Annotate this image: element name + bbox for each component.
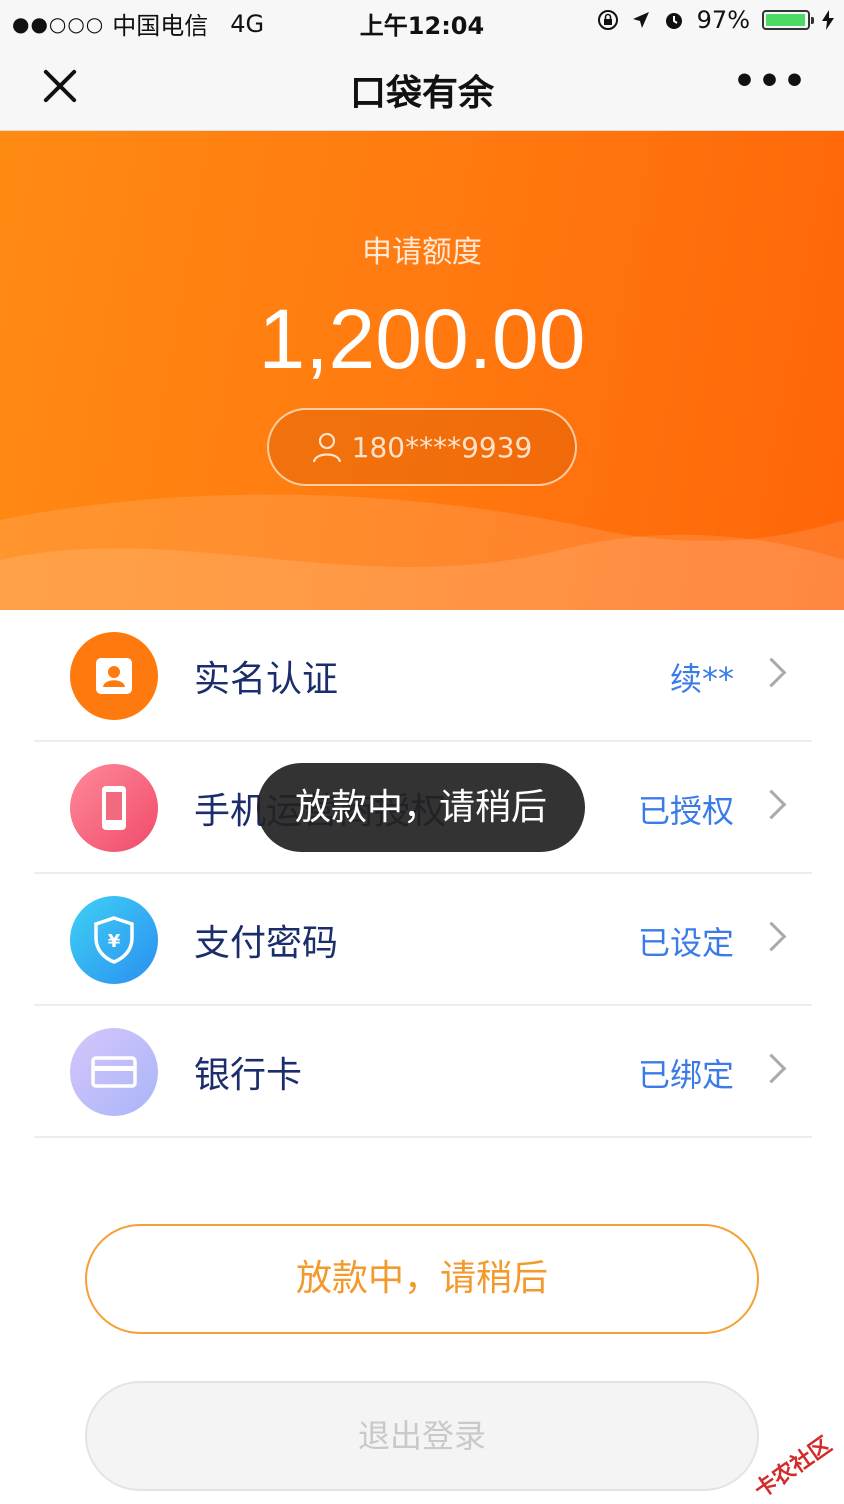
page-title: 口袋有余 xyxy=(349,73,494,114)
battery-percent: 97% xyxy=(696,6,750,34)
more-menu-icon[interactable]: ••• xyxy=(733,64,808,100)
list-item-status: 已绑定 xyxy=(637,1056,734,1094)
credit-label: 申请额度 xyxy=(362,235,482,270)
svg-text:¥: ¥ xyxy=(108,931,121,952)
list-item-status: 续** xyxy=(669,660,734,698)
list-item-bank-card[interactable]: 银行卡 已绑定 xyxy=(34,1006,812,1138)
list-item-status: 已授权 xyxy=(637,792,734,830)
list-item-status: 已设定 xyxy=(637,924,734,962)
id-card-icon xyxy=(70,632,158,720)
status-right: 97% xyxy=(597,6,834,34)
wave-decoration xyxy=(0,494,844,610)
location-icon xyxy=(632,12,649,28)
verification-list: 实名认证 续** 手机运营商授权 已授权 ¥ 支付密码 已设定 银行卡 已绑定 xyxy=(34,610,812,1138)
phone-number: 180****9939 xyxy=(351,430,533,464)
rotation-lock-icon xyxy=(597,10,618,30)
bank-card-icon xyxy=(70,1028,158,1116)
phone-icon xyxy=(70,764,158,852)
list-item-pay-password[interactable]: ¥ 支付密码 已设定 xyxy=(34,874,812,1006)
charging-icon xyxy=(822,10,834,30)
alarm-icon xyxy=(665,13,682,29)
chevron-right-icon xyxy=(756,657,787,688)
credit-amount: 1,200.00 xyxy=(258,292,586,386)
chevron-right-icon xyxy=(756,789,787,820)
list-item-label: 支付密码 xyxy=(194,923,339,964)
user-icon xyxy=(312,432,341,463)
chevron-right-icon xyxy=(756,921,787,952)
shield-yen-icon: ¥ xyxy=(70,896,158,984)
logout-button[interactable]: 退出登录 xyxy=(85,1381,759,1491)
nav-bar: 口袋有余 ••• xyxy=(0,44,844,131)
chevron-right-icon xyxy=(756,1053,787,1084)
watermark: 卡农社区 xyxy=(750,1432,837,1504)
list-item-real-name[interactable]: 实名认证 续** xyxy=(34,610,812,742)
list-item-label: 实名认证 xyxy=(194,659,339,700)
disbursing-button[interactable]: 放款中，请稍后 xyxy=(85,1224,759,1334)
status-bar: ●●○○○ 中国电信 4G 上午12:04 97% xyxy=(0,0,844,44)
credit-hero: 申请额度 1,200.00 180****9939 xyxy=(0,131,844,610)
battery-icon xyxy=(762,10,814,30)
list-item-label: 银行卡 xyxy=(194,1055,303,1096)
toast-message: 放款中，请稍后 xyxy=(257,763,585,852)
phone-badge: 180****9939 xyxy=(267,408,577,486)
battery-level xyxy=(766,14,805,26)
